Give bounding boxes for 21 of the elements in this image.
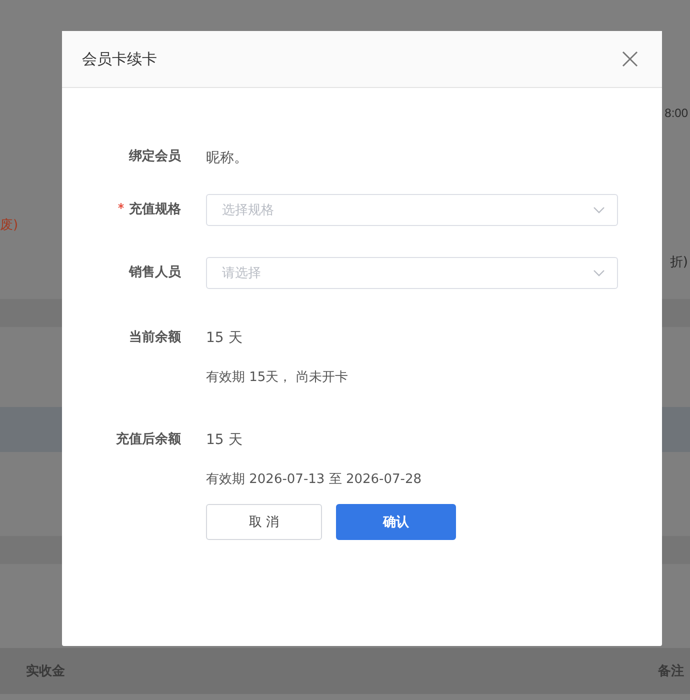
- column-header: 实收金: [25, 662, 66, 680]
- field-label: 绑定会员: [129, 149, 181, 164]
- member-name: 昵称。: [206, 150, 248, 166]
- close-icon[interactable]: [622, 51, 638, 67]
- validity-text: 有效期 15天， 尚未开卡: [206, 369, 348, 387]
- status-text: 废): [0, 217, 18, 234]
- cancel-button[interactable]: 取 消: [206, 504, 322, 540]
- field-label: 当前余额: [129, 330, 181, 345]
- field-label: 充值后余额: [116, 432, 181, 447]
- field-label: 销售人员: [129, 265, 181, 280]
- time-text: 8:00: [664, 106, 688, 120]
- confirm-button[interactable]: 确认: [336, 504, 456, 540]
- chevron-down-icon: [593, 206, 605, 214]
- balance-value: 15 天: [206, 329, 244, 348]
- dialog-title: 会员卡续卡: [82, 50, 157, 68]
- balance-value: 15 天: [206, 431, 244, 450]
- chevron-down-icon: [593, 269, 605, 277]
- validity-text: 有效期 2026-07-13 至 2026-07-28: [206, 471, 422, 489]
- field-label: 充值规格: [129, 202, 181, 217]
- column-header: 备注: [656, 662, 685, 680]
- discount-text: 折): [670, 254, 688, 271]
